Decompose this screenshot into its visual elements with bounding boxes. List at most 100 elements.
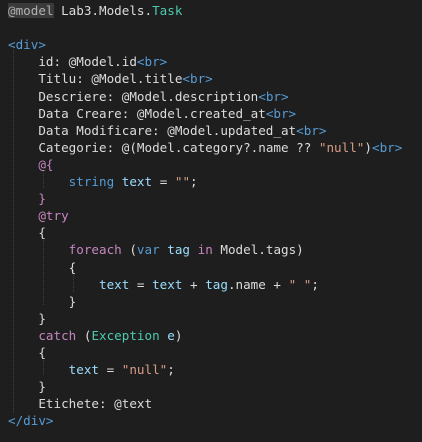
code-token: text [152,276,183,292]
code-token: catch [38,327,77,343]
code-token: ) [364,139,372,155]
code-token: Lab3.Models. [53,3,153,18]
code-token: <br> [371,139,403,155]
code-token: string [68,174,115,189]
code-line[interactable]: } [8,190,46,207]
code-line[interactable]: @{ [8,156,53,173]
code-line[interactable]: Data Creare: @Model.created_at<br> [8,105,296,122]
code-token: } [8,379,46,395]
code-line[interactable]: @try [8,207,69,224]
code-token: "null" [318,139,365,155]
code-token: <br> [296,122,327,138]
code-token: { [8,345,46,360]
code-token: Descriere: [8,88,122,104]
code-token: @Model [136,105,183,121]
code-token: Model.tags) [212,242,304,258]
code-token: <div> [8,37,46,53]
code-token: @try [38,208,69,224]
code-token: Model [136,139,175,155]
code-line[interactable]: </div> [8,412,54,429]
code-token: ( [76,327,92,343]
code-token: <br> [258,88,289,104]
code-token: Data Creare: [8,105,137,121]
code-token: e [167,327,175,343]
code-token: tag [167,242,191,258]
code-token: { [8,259,77,275]
code-line[interactable]: id: @Model.id<br> [8,53,167,70]
code-token: "" [174,174,191,189]
code-token: @text [114,396,153,412]
code-token: foreach [68,242,122,258]
code-token: Exception [91,327,160,343]
code-line[interactable]: Data Modificare: @Model.updated_at<br> [8,122,326,139]
code-token: "null" [121,362,168,378]
code-line[interactable]: <div> [8,36,46,53]
code-line[interactable]: { [8,224,46,241]
code-token: } [38,191,46,207]
code-token: @Model [91,71,137,87]
code-line[interactable]: { [8,259,77,276]
code-line[interactable]: Descriere: @Model.description<br> [8,88,289,105]
code-token: @Model [121,88,168,104]
code-token: ; [311,276,319,292]
code-token: @Model [167,122,213,138]
code-token: var [136,242,160,258]
code-token: } [8,310,46,326]
code-line[interactable]: Etichete: @text [8,395,152,412]
code-line[interactable]: Titlu: @Model.title<br> [8,70,213,87]
code-token: ; [190,174,198,189]
code-token: Etichete: [8,396,115,412]
code-token: @Model [68,54,115,70]
code-token: .id [114,54,137,70]
code-token: " " [288,276,312,292]
code-token: .title [136,71,183,87]
code-token: tag [205,276,228,292]
code-line[interactable]: } [8,378,46,395]
code-line[interactable]: } [8,293,77,310]
code-token: Titlu: [8,71,92,87]
code-line[interactable]: foreach (var tag in Model.tags) [8,241,304,258]
code-editor[interactable]: @model Lab3.Models.Task <div> id: @Model.… [0,0,422,442]
code-line[interactable]: { [8,344,46,361]
code-token: Categorie: [8,139,122,155]
code-token: .description [167,88,259,104]
code-token: @( [121,139,137,155]
code-token: <br> [265,105,297,121]
code-token: = [129,276,153,292]
code-token: = [99,362,122,378]
code-token: .name + [227,276,289,292]
code-token: text [68,362,100,378]
code-line[interactable]: Categorie: @(Model.category?.name ?? "nu… [8,139,402,156]
code-token: ; [167,362,175,378]
code-token: @model [8,3,54,18]
code-line[interactable]: @model Lab3.Models.Task [8,2,182,19]
code-line[interactable]: string text = ""; [8,173,198,190]
code-token: ) [174,327,183,343]
code-token: in [197,242,213,258]
code-token: <br> [182,71,213,87]
code-token: .updated_at [212,122,297,138]
code-token: Data Modificare: [8,122,168,138]
code-token: } [8,293,77,309]
code-token: text [121,174,153,189]
code-token: <br> [136,54,168,70]
code-line[interactable]: catch (Exception e) [8,327,182,344]
code-token: text [99,276,130,292]
code-token: ( [121,242,137,258]
code-line[interactable]: } [8,310,46,327]
code-line[interactable]: text = "null"; [8,361,175,378]
code-line[interactable]: text = text + tag.name + " "; [8,276,319,293]
code-token: .created_at [182,105,266,121]
code-token: id: [8,54,69,70]
code-token: </div> [8,413,54,429]
